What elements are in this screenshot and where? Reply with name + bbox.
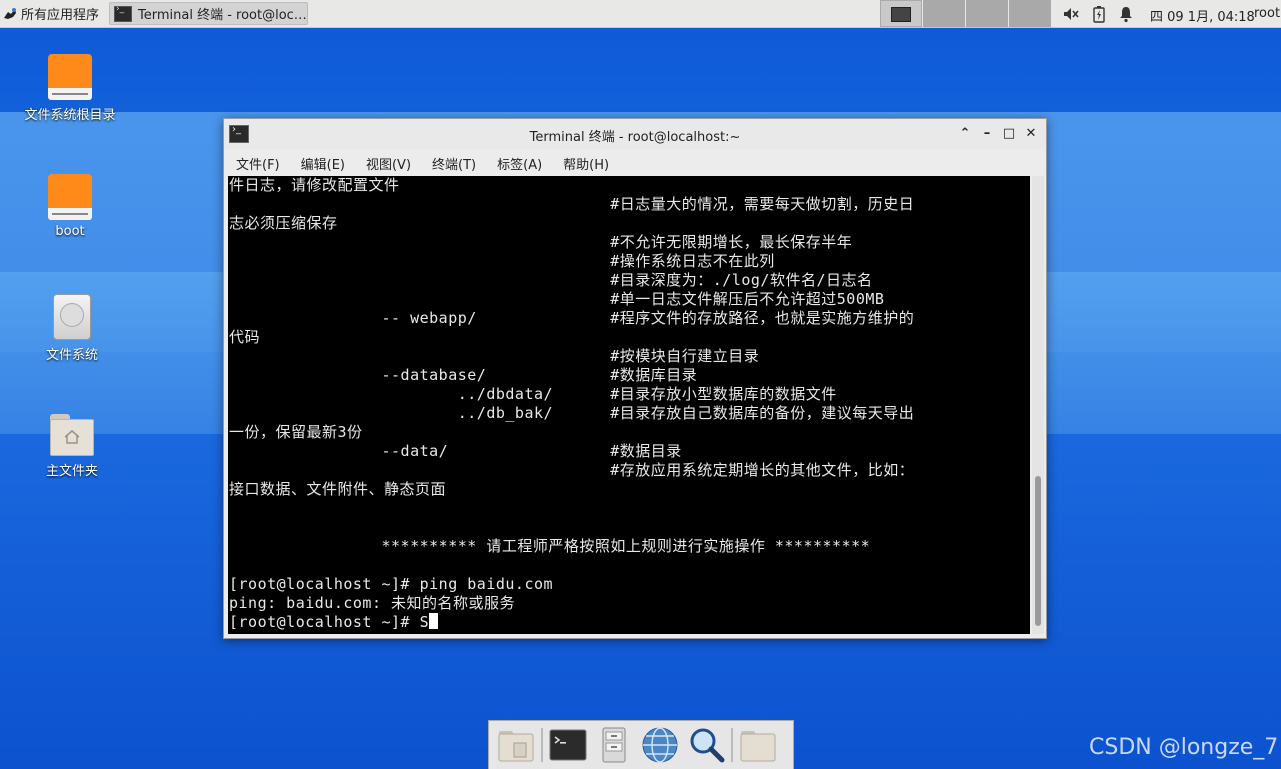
- desktop-icon-filesystem-root[interactable]: 文件系统根目录: [20, 54, 120, 123]
- file-cabinet-icon: [602, 727, 626, 763]
- workspace-1[interactable]: [880, 0, 922, 27]
- terminal-line: -- webapp/ #程序文件的存放路径，也就是实施方维护的: [229, 309, 915, 327]
- terminal-line: 接口数据、文件附件、静态页面: [229, 480, 447, 498]
- dock-separator: [731, 728, 733, 762]
- close-button[interactable]: ✕: [1022, 125, 1040, 143]
- maximize-button[interactable]: □: [1000, 125, 1018, 143]
- folder-icon: [740, 731, 776, 762]
- menu-view[interactable]: 视图(V): [354, 150, 420, 175]
- drive-icon: [48, 54, 92, 100]
- dock-search[interactable]: [683, 722, 729, 768]
- dock-file-cabinet[interactable]: [591, 722, 637, 768]
- window-titlebar[interactable]: Terminal 终端 - root@localhost:~ ⌃ – □ ✕: [224, 119, 1046, 149]
- volume-muted-icon[interactable]: [1062, 5, 1080, 23]
- home-folder-icon: [50, 414, 94, 456]
- dock-terminal[interactable]: [545, 722, 591, 768]
- menu-edit[interactable]: 编辑(E): [289, 150, 354, 175]
- workspace-4[interactable]: [1009, 0, 1051, 27]
- terminal-line: #单一日志文件解压后不允许超过500MB: [229, 290, 885, 308]
- workspace-2[interactable]: [923, 0, 965, 27]
- workspace-3[interactable]: [966, 0, 1008, 27]
- globe-icon: [642, 727, 678, 763]
- menu-tabs[interactable]: 标签(A): [485, 150, 551, 175]
- battery-icon[interactable]: [1092, 5, 1106, 23]
- window-thumbnail: [891, 7, 911, 22]
- terminal-line: #目录深度为：./log/软件名/日志名: [229, 271, 873, 289]
- dock-separator: [541, 728, 543, 762]
- terminal-line: #按模块自行建立目录: [229, 347, 760, 365]
- desktop-icon-label: boot: [55, 224, 85, 239]
- system-tray: [1062, 0, 1134, 27]
- terminal-line: #操作系统日志不在此列: [229, 252, 775, 270]
- terminal-scrollbar[interactable]: [1032, 176, 1044, 634]
- applications-menu-label: 所有应用程序: [21, 8, 100, 23]
- terminal-line: 件日志，请修改配置文件: [229, 176, 400, 194]
- terminal-line: #日志量大的情况，需要每天做切割，历史日: [229, 195, 915, 213]
- desktop-icon-label: 文件系统: [45, 348, 98, 363]
- desktop-icon-boot[interactable]: boot: [20, 174, 120, 239]
- taskbar-item-label: Terminal 终端 - root@loc…: [138, 8, 307, 23]
- terminal-line: #不允许无限期增长，最长保存半年: [229, 233, 853, 251]
- terminal-prompt: [root@localhost ~]# S: [229, 613, 430, 631]
- dock-folder[interactable]: [735, 722, 781, 768]
- terminal-line: ********** 请工程师严格按照如上规则进行实施操作 **********: [229, 537, 871, 555]
- terminal-line: ../db_bak/ #目录存放自己数据库的备份，建议每天导出: [229, 404, 915, 422]
- terminal-line: --data/ #数据目录: [229, 442, 682, 460]
- file-manager-icon: [498, 731, 534, 762]
- terminal-line: [root@localhost ~]# ping baidu.com: [229, 575, 554, 593]
- dock-web-browser[interactable]: [637, 722, 683, 768]
- terminal-prompt-line[interactable]: [root@localhost ~]# S: [229, 613, 1029, 632]
- desktop-icon-filesystem[interactable]: 文件系统: [22, 294, 122, 363]
- scrollbar-thumb[interactable]: [1035, 476, 1041, 626]
- desktop-icon-home-folder[interactable]: 主文件夹: [22, 414, 122, 479]
- top-panel: 所有应用程序 Terminal 终端 - root@loc… 四 09 1月, …: [0, 0, 1281, 28]
- terminal-line: --database/ #数据库目录: [229, 366, 698, 384]
- terminal-line: 志必须压缩保存: [229, 214, 338, 232]
- terminal-output[interactable]: 件日志，请修改配置文件 #日志量大的情况，需要每天做切割，历史日 志必须压缩保存…: [228, 176, 1030, 634]
- shade-button[interactable]: ⌃: [956, 125, 974, 143]
- taskbar-item-terminal[interactable]: Terminal 终端 - root@loc…: [109, 2, 308, 25]
- text-cursor: [429, 613, 439, 629]
- notification-bell-icon[interactable]: [1118, 5, 1134, 23]
- menu-help[interactable]: 帮助(H): [551, 150, 618, 175]
- applications-menu-button[interactable]: 所有应用程序: [2, 3, 107, 24]
- terminal-line: 一份，保留最新3份: [229, 423, 363, 441]
- terminal-icon: [549, 729, 587, 761]
- window-title: Terminal 终端 - root@localhost:~: [529, 130, 741, 145]
- menu-bar: 文件(F) 编辑(E) 视图(V) 终端(T) 标签(A) 帮助(H): [224, 150, 1046, 175]
- minimize-button[interactable]: –: [978, 125, 996, 143]
- user-menu[interactable]: root: [1254, 6, 1280, 21]
- terminal-line: ../dbdata/ #目录存放小型数据库的数据文件: [229, 385, 837, 403]
- watermark: CSDN @longze_7: [1089, 735, 1279, 760]
- magnifier-icon: [690, 728, 725, 763]
- hard-disk-icon: [53, 294, 91, 340]
- terminal-icon: [114, 4, 132, 22]
- desktop-icon-label: 主文件夹: [45, 464, 98, 479]
- bottom-dock: [488, 720, 794, 769]
- terminal-line: ping: baidu.com: 未知的名称或服务: [229, 594, 516, 612]
- xfce-mouse-icon: [4, 7, 16, 19]
- menu-file[interactable]: 文件(F): [224, 150, 289, 175]
- dock-file-manager[interactable]: [493, 722, 539, 768]
- desktop-icon-label: 文件系统根目录: [24, 108, 116, 123]
- terminal-line: #存放应用系统定期增长的其他文件，比如：: [229, 461, 915, 479]
- clock[interactable]: 四 09 1月, 04:18: [1150, 6, 1255, 25]
- terminal-line: 代码: [229, 328, 261, 346]
- terminal-window: Terminal 终端 - root@localhost:~ ⌃ – □ ✕ 文…: [223, 118, 1047, 639]
- menu-terminal[interactable]: 终端(T): [420, 150, 485, 175]
- drive-icon: [48, 174, 92, 220]
